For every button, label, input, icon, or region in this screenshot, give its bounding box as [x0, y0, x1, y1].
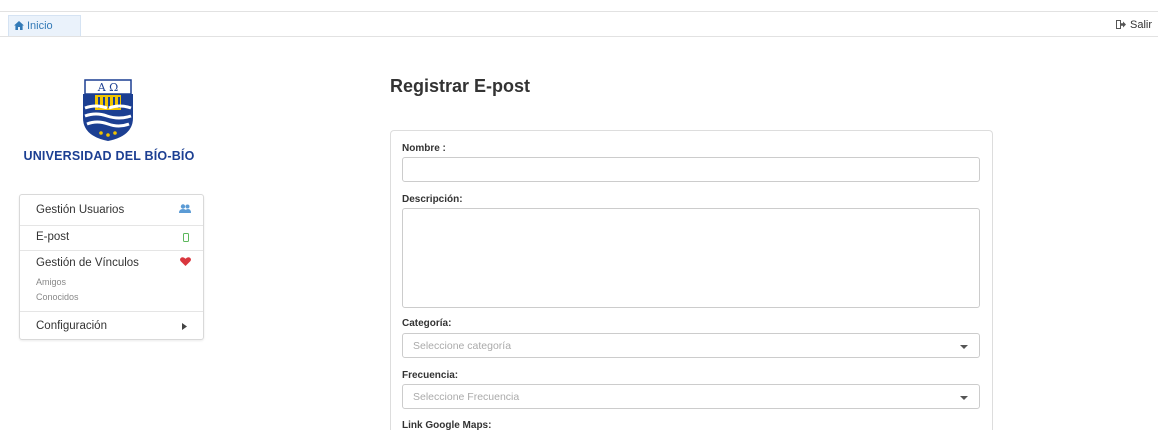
- categoria-label: Categoría:: [402, 318, 452, 329]
- nombre-input[interactable]: [402, 157, 980, 182]
- university-crest-icon: A Ω: [83, 79, 133, 141]
- users-icon: [179, 204, 191, 213]
- sidebar-divider: [20, 311, 203, 312]
- categoria-select[interactable]: Seleccione categoría: [402, 333, 980, 358]
- top-navbar: Inicio Salir: [0, 11, 1158, 37]
- home-tab[interactable]: Inicio: [8, 15, 81, 36]
- heart-icon: [180, 257, 191, 266]
- nombre-label: Nombre :: [402, 143, 446, 154]
- sidebar-subitem-amigos[interactable]: Amigos: [36, 277, 66, 287]
- sidebar-item-gestion-usuarios[interactable]: Gestión Usuarios: [20, 204, 203, 216]
- sidebar-menu: Gestión Usuarios E-post Gestión de Víncu…: [19, 194, 204, 340]
- sidebar-item-configuracion[interactable]: Configuración: [20, 320, 203, 332]
- link-google-maps-label: Link Google Maps:: [402, 420, 492, 430]
- chevron-down-icon: [960, 345, 968, 349]
- sidebar-item-label: Gestión Usuarios: [36, 204, 125, 216]
- university-name: UNIVERSIDAD DEL BÍO-BÍO: [23, 149, 195, 163]
- sidebar-item-gestion-vinculos[interactable]: Gestión de Vínculos: [20, 257, 203, 269]
- caret-right-icon: [182, 323, 187, 330]
- sidebar-item-label: Gestión de Vínculos: [36, 257, 139, 269]
- chevron-down-icon: [960, 396, 968, 400]
- logo-letters: A Ω: [97, 81, 119, 94]
- sidebar-divider: [20, 225, 203, 226]
- page-title: Registrar E-post: [390, 76, 531, 96]
- frecuencia-select[interactable]: Seleccione Frecuencia: [402, 384, 980, 409]
- logout-link[interactable]: Salir: [1115, 16, 1152, 34]
- sidebar-item-label: E-post: [36, 231, 70, 243]
- mobile-icon: [183, 233, 189, 242]
- sidebar-item-label: Configuración: [36, 320, 107, 332]
- logout-icon: [1115, 20, 1126, 29]
- sidebar-divider: [20, 250, 203, 251]
- frecuencia-placeholder: Seleccione Frecuencia: [413, 391, 520, 403]
- logout-label: Salir: [1129, 19, 1152, 31]
- frecuencia-label: Frecuencia:: [402, 370, 459, 381]
- sidebar-item-e-post[interactable]: E-post: [20, 231, 203, 243]
- home-icon: [14, 21, 24, 30]
- descripcion-textarea[interactable]: [402, 208, 980, 308]
- sidebar-subitem-conocidos[interactable]: Conocidos: [36, 292, 79, 302]
- descripcion-label: Descripción:: [402, 194, 463, 205]
- home-tab-label: Inicio: [27, 20, 53, 32]
- categoria-placeholder: Seleccione categoría: [413, 340, 512, 352]
